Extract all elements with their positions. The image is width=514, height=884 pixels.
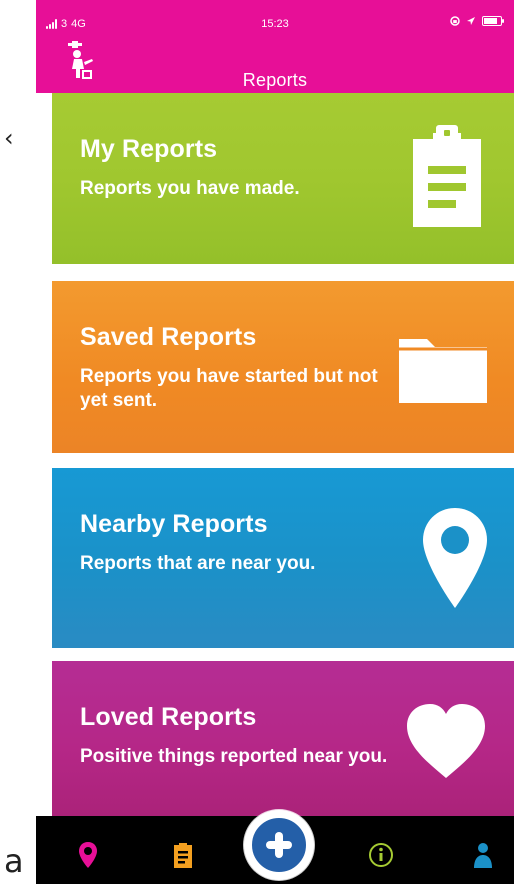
- tab-profile[interactable]: [466, 838, 500, 872]
- tab-reports[interactable]: [166, 838, 200, 872]
- add-report-button-circle: [249, 815, 309, 875]
- plus-icon: [266, 832, 292, 858]
- status-bar-right: [450, 16, 504, 26]
- signal-icon: [46, 19, 57, 29]
- location-pin-icon: [423, 508, 487, 608]
- add-report-button[interactable]: [244, 810, 314, 880]
- saved-reports-card[interactable]: Saved Reports Reports you have started b…: [52, 281, 514, 453]
- clipboard-icon: [413, 124, 481, 227]
- phone-screen: 3 4G 15:23 Reports My Reports Reports yo…: [36, 0, 514, 884]
- carrier-label: 3: [61, 18, 68, 30]
- loved-reports-card[interactable]: Loved Reports Positive things reported n…: [52, 661, 514, 821]
- app-header: 3 4G 15:23 Reports: [36, 0, 514, 93]
- status-bar: 3 4G 15:23: [36, 16, 514, 32]
- status-bar-left: 3 4G: [46, 16, 86, 32]
- tab-info[interactable]: [364, 838, 398, 872]
- card-description: Positive things reported near you.: [80, 745, 388, 767]
- status-time: 15:23: [261, 18, 289, 30]
- card-description: Reports you have made.: [80, 177, 300, 199]
- person-icon: [474, 843, 492, 868]
- left-edge-glyph: ‹: [4, 124, 14, 152]
- lock-rotation-icon: [450, 16, 460, 26]
- page-title: Reports: [242, 70, 308, 91]
- heart-icon: [407, 704, 485, 778]
- card-description: Reports you have started but not yet sen…: [80, 365, 378, 411]
- location-arrow-icon: [467, 17, 475, 25]
- report-categories: My Reports Reports you have made. Saved …: [52, 93, 514, 821]
- network-label: 4G: [71, 18, 86, 30]
- clipboard-icon: [174, 843, 192, 868]
- info-icon: [369, 843, 393, 867]
- bottom-tab-bar: [36, 810, 514, 884]
- nearby-reports-card[interactable]: Nearby Reports Reports that are near you…: [52, 468, 514, 648]
- folder-icon: [399, 339, 487, 403]
- my-reports-card[interactable]: My Reports Reports you have made.: [52, 93, 514, 264]
- location-pin-icon: [79, 842, 97, 868]
- app-logo-icon: [68, 41, 93, 79]
- battery-icon: [482, 16, 504, 26]
- tab-map[interactable]: [71, 838, 105, 872]
- left-edge-letter: a: [4, 842, 24, 880]
- card-description: Reports that are near you.: [80, 552, 316, 574]
